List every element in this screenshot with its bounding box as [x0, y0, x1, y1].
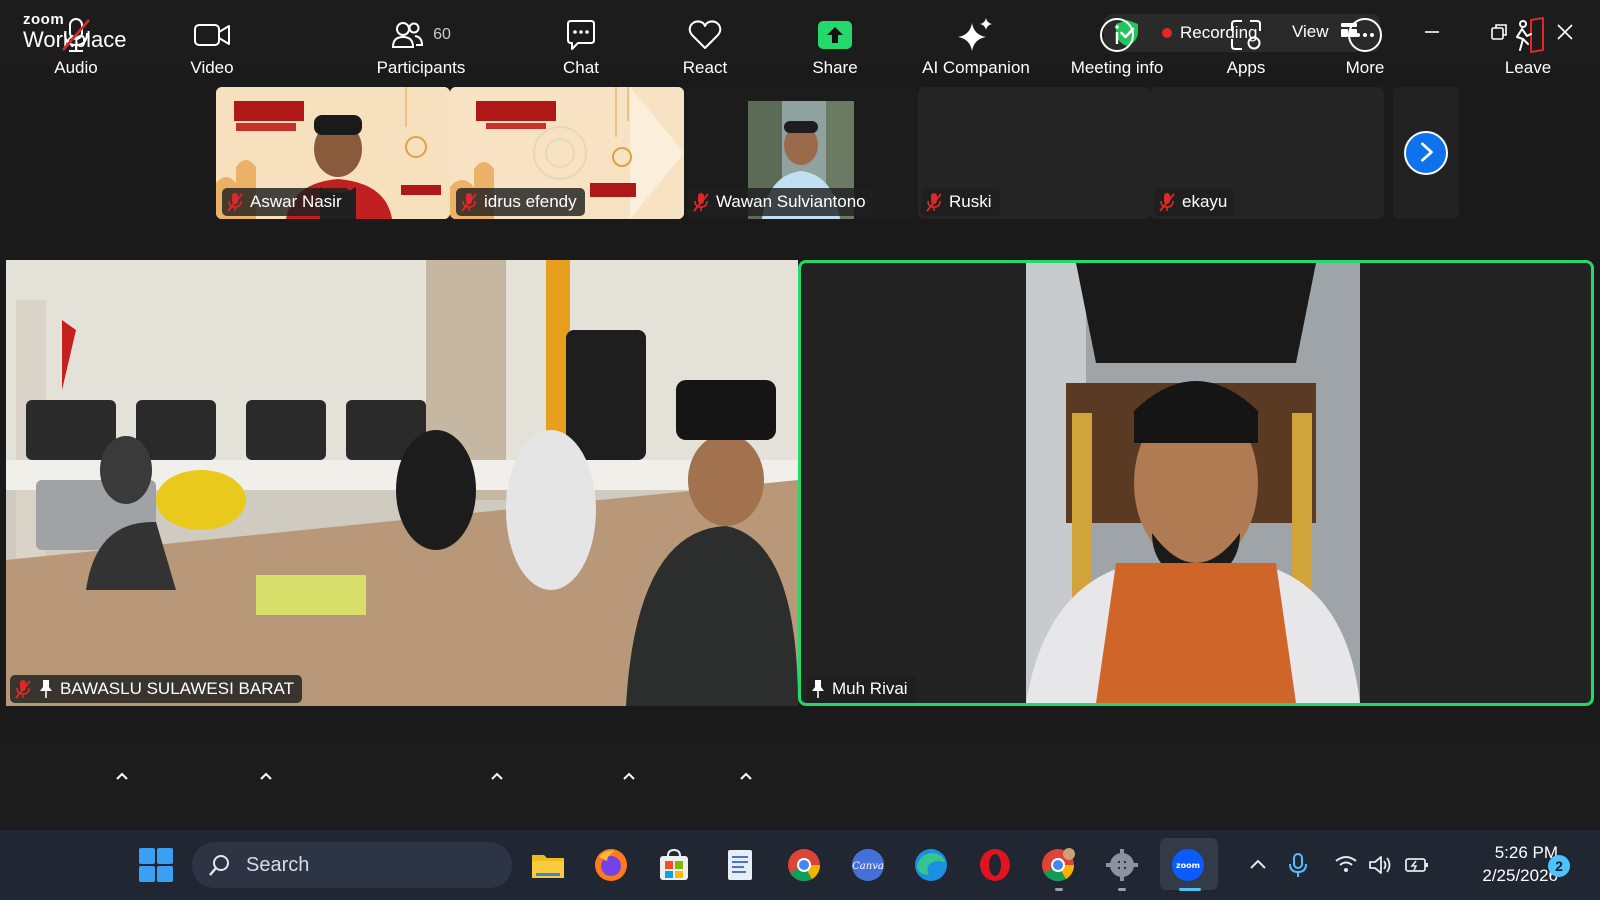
active-app-indicator — [1179, 888, 1201, 891]
ai-companion-button[interactable]: AI Companion — [912, 0, 1040, 86]
firefox-icon[interactable] — [593, 847, 629, 883]
participants-count: 60 — [433, 26, 451, 43]
participant-name: Muh Rivai — [832, 679, 908, 698]
participants-label: Participants — [376, 58, 466, 77]
share-screen-icon — [818, 21, 852, 49]
opera-icon[interactable] — [977, 847, 1013, 883]
battery-charging-icon[interactable] — [1404, 855, 1430, 875]
chat-icon — [567, 20, 595, 50]
share-button[interactable]: Share — [805, 0, 865, 86]
leave-button[interactable]: Leave — [1498, 0, 1558, 86]
video-label: Video — [190, 58, 234, 77]
pin-icon — [40, 680, 52, 698]
notification-badge[interactable]: 2 — [1548, 855, 1570, 877]
zoom-app-icon[interactable]: zoom — [1170, 847, 1206, 883]
participant-name-tag: Muh Rivai — [806, 675, 916, 703]
participant-name: Ruski — [949, 192, 992, 211]
next-page-chevron-icon[interactable] — [1404, 131, 1448, 175]
muted-mic-icon — [926, 193, 942, 212]
chat-button[interactable]: Chat — [551, 0, 611, 86]
taskbar-search-box[interactable] — [192, 842, 512, 888]
more-icon — [1348, 18, 1382, 52]
running-app-indicator — [1055, 888, 1063, 891]
file-explorer-icon[interactable] — [530, 847, 566, 883]
share-label: Share — [812, 58, 858, 77]
pin-icon — [812, 680, 824, 698]
windows-start-icon[interactable] — [138, 847, 174, 883]
audio-button[interactable]: Audio — [46, 0, 106, 86]
svg-text:Canva: Canva — [852, 861, 884, 872]
minimize-icon[interactable] — [1416, 16, 1448, 48]
participant-name: ekayu — [1182, 192, 1228, 211]
muted-mic-icon — [62, 18, 90, 52]
apps-label: Apps — [1226, 58, 1266, 77]
muted-mic-icon — [227, 193, 243, 212]
info-icon — [1100, 18, 1134, 52]
participants-icon — [392, 22, 424, 48]
video-camera-icon — [194, 24, 230, 46]
participant-name-tag: BAWASLU SULAWESI BARAT — [10, 675, 302, 703]
heart-icon — [688, 20, 722, 49]
video-options-chevron-icon[interactable] — [258, 770, 274, 782]
participant-name: Aswar Nasir — [250, 192, 342, 211]
muted-mic-icon — [1159, 193, 1175, 212]
taskbar-clock-date[interactable]: 2/25/2026 — [1448, 866, 1558, 886]
view-button[interactable]: View — [1292, 22, 1329, 42]
react-label: React — [682, 58, 728, 77]
microsoft-store-icon[interactable] — [656, 847, 692, 883]
video-tile-active-speaker[interactable] — [798, 260, 1594, 706]
participant-name-tag: Ruski — [921, 188, 1000, 216]
participants-options-chevron-icon[interactable] — [489, 770, 505, 782]
participant-video — [1026, 263, 1360, 703]
show-hidden-icons-chevron-icon[interactable] — [1248, 856, 1268, 872]
taskbar-search-placeholder: Search — [246, 854, 310, 876]
react-button[interactable]: React — [675, 0, 735, 86]
chrome-profile-icon[interactable] — [1040, 847, 1076, 883]
chat-options-chevron-icon[interactable] — [621, 770, 637, 782]
volume-icon[interactable] — [1368, 854, 1394, 876]
participant-name-tag: Aswar Nasir — [222, 188, 350, 216]
more-button[interactable]: More — [1335, 0, 1395, 86]
participant-name-tag: idrus efendy — [456, 188, 585, 216]
meeting-info-label: Meeting info — [1070, 58, 1164, 77]
apps-icon — [1231, 20, 1261, 50]
search-icon — [209, 855, 229, 876]
video-tile-bawaslu[interactable] — [6, 260, 798, 706]
muted-mic-icon — [693, 193, 709, 212]
chrome-icon[interactable] — [786, 847, 822, 883]
video-button[interactable]: Video — [182, 0, 242, 86]
muted-mic-icon — [15, 680, 31, 699]
ai-sparkle-icon — [958, 18, 992, 51]
canva-icon[interactable]: Canva — [850, 847, 886, 883]
participant-name-tag: Wawan Sulviantono — [688, 188, 874, 216]
edge-icon[interactable] — [913, 847, 949, 883]
ai-companion-label: AI Companion — [922, 58, 1030, 77]
leave-door-icon — [1516, 17, 1544, 53]
apps-button[interactable]: Apps — [1216, 0, 1276, 86]
participant-name: idrus efendy — [484, 192, 577, 211]
participant-name: Wawan Sulviantono — [716, 192, 866, 211]
leave-label: Leave — [1504, 58, 1552, 77]
audio-label: Audio — [54, 58, 98, 77]
participant-name-tag: ekayu — [1154, 188, 1236, 216]
taskbar-clock-time[interactable]: 5:26 PM — [1466, 843, 1558, 863]
settings-gear-icon[interactable] — [1104, 847, 1140, 883]
chat-label: Chat — [563, 58, 599, 77]
meeting-toolbar — [0, 742, 1600, 828]
more-label: More — [1345, 58, 1385, 77]
running-app-indicator — [1118, 888, 1126, 891]
muted-mic-icon — [461, 193, 477, 212]
react-options-chevron-icon[interactable] — [738, 770, 754, 782]
svg-text:zoom: zoom — [1176, 861, 1200, 870]
audio-options-chevron-icon[interactable] — [114, 770, 130, 782]
wifi-icon[interactable] — [1334, 854, 1358, 874]
participant-name: BAWASLU SULAWESI BARAT — [60, 679, 294, 698]
document-reader-icon[interactable] — [722, 847, 758, 883]
participant-video — [6, 260, 798, 706]
participants-button[interactable]: 60 Participants — [368, 0, 474, 86]
meeting-info-button[interactable]: Meeting info — [1061, 0, 1173, 86]
microphone-in-use-icon[interactable] — [1288, 852, 1308, 878]
